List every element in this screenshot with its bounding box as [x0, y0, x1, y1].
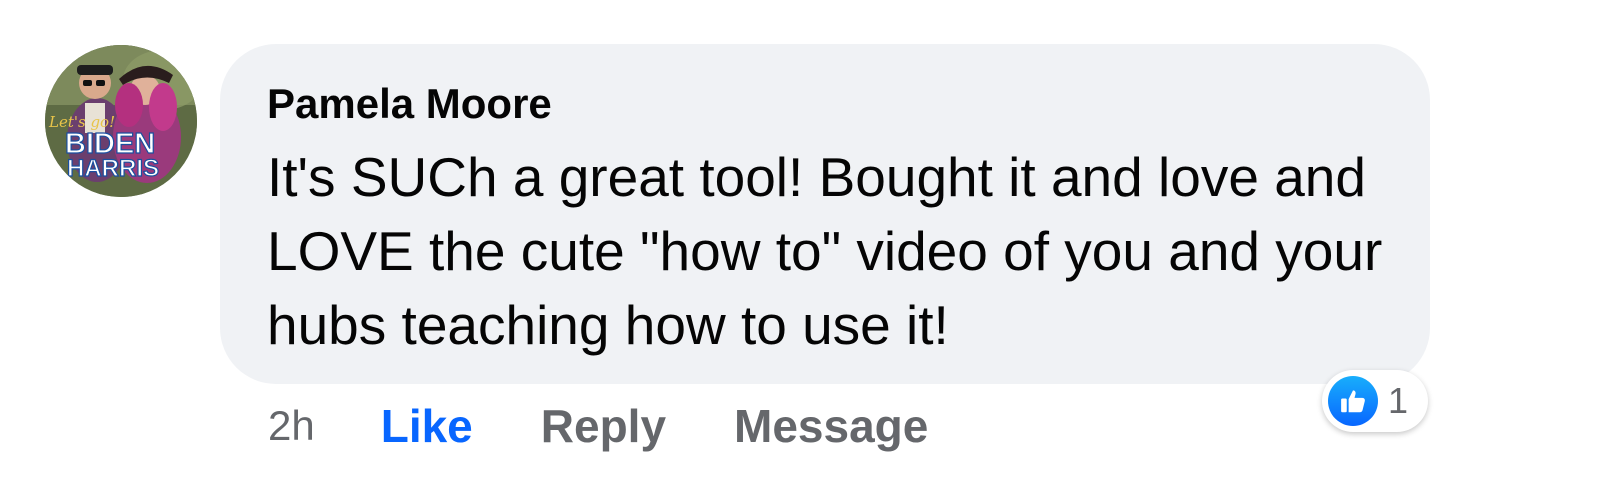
profile-photo: Let's go! BIDEN HARRIS — [45, 45, 197, 197]
avatar[interactable]: Let's go! BIDEN HARRIS — [45, 45, 197, 197]
avatar-text-harris: HARRIS — [67, 155, 159, 182]
reaction-count: 1 — [1388, 380, 1409, 421]
like-button[interactable]: Like — [381, 399, 473, 453]
comment-bubble: Pamela Moore It's SUCh a great tool! Bou… — [220, 44, 1430, 384]
comment-timestamp[interactable]: 2h — [268, 402, 315, 450]
message-button[interactable]: Message — [734, 399, 928, 453]
comment-text: It's SUCh a great tool! Bought it and lo… — [267, 146, 1383, 356]
reply-button[interactable]: Reply — [541, 399, 666, 453]
reaction-summary[interactable]: 1 — [1322, 370, 1428, 432]
comment-author[interactable]: Pamela Moore — [267, 80, 552, 128]
thumbs-up-icon — [1328, 376, 1378, 426]
comment-actions: 2h Like Reply Message — [268, 398, 996, 454]
